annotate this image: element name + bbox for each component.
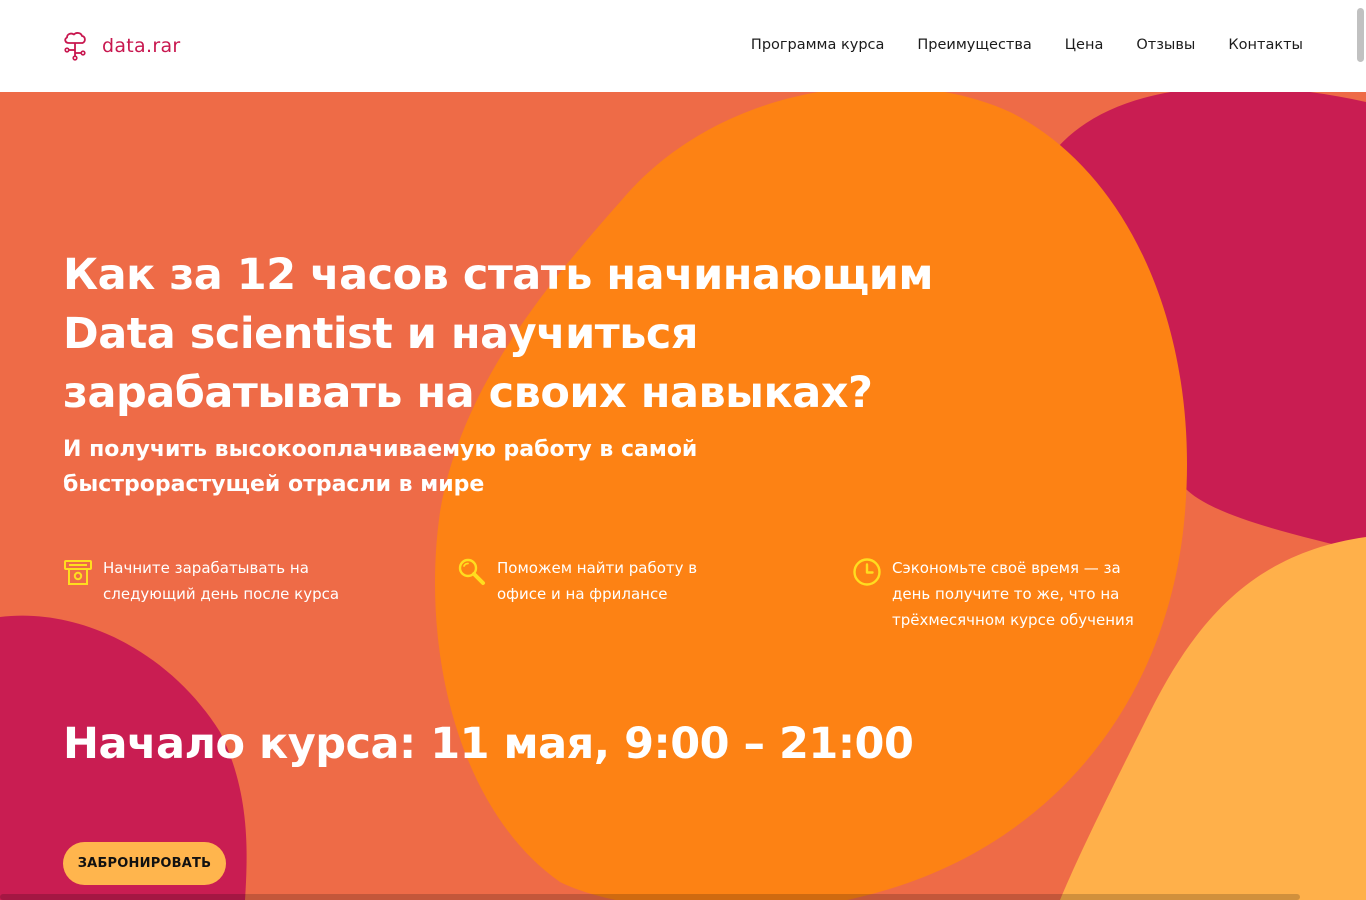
feature-item: Поможем найти работу в офисе и на фрилан… xyxy=(457,555,737,607)
nav-contacts[interactable]: Контакты xyxy=(1228,37,1303,53)
site-header: data.rar Программа курса Преимущества Це… xyxy=(0,0,1366,92)
feature-item: Сэкономьте своё время — за день получите… xyxy=(852,555,1152,633)
feature-item: Начните зарабатывать на следующий день п… xyxy=(63,555,363,607)
feature-text: Поможем найти работу в офисе и на фрилан… xyxy=(497,559,698,603)
hero-section: Как за 12 часов стать начинающим Data sc… xyxy=(0,92,1366,900)
nav-program[interactable]: Программа курса xyxy=(751,37,884,53)
nav-reviews[interactable]: Отзывы xyxy=(1136,37,1195,53)
horizontal-scrollbar[interactable] xyxy=(0,894,1300,900)
logo-link[interactable]: data.rar xyxy=(62,31,181,61)
money-icon xyxy=(64,560,92,585)
hero-subtitle: И получить высокооплачиваемую работу в с… xyxy=(63,437,698,497)
features-list: Начните зарабатывать на следующий день п… xyxy=(63,555,1303,675)
book-button[interactable]: ЗАБРОНИРОВАТЬ xyxy=(63,842,226,885)
nav-advantages[interactable]: Преимущества xyxy=(917,37,1031,53)
nav-price[interactable]: Цена xyxy=(1065,37,1104,53)
hero-title: Как за 12 часов стать начинающим Data sc… xyxy=(63,250,934,418)
landing-page: data.rar Программа курса Преимущества Це… xyxy=(0,0,1366,900)
tree-network-icon xyxy=(64,32,86,61)
feature-text: Начните зарабатывать на следующий день п… xyxy=(103,559,340,603)
feature-text: Сэкономьте своё время — за день получите… xyxy=(892,559,1134,629)
search-icon xyxy=(458,558,485,585)
hero-content: Как за 12 часов стать начинающим Data sc… xyxy=(63,92,1303,900)
main-nav: Программа курса Преимущества Цена Отзывы… xyxy=(751,37,1303,53)
vertical-scrollbar[interactable] xyxy=(1356,0,1366,900)
scrollbar-thumb[interactable] xyxy=(1357,8,1364,62)
logo-text: data.rar xyxy=(102,35,181,57)
clock-icon xyxy=(853,558,881,586)
course-start-date: Начало курса: 11 мая, 9:00 – 21:00 xyxy=(63,719,914,769)
